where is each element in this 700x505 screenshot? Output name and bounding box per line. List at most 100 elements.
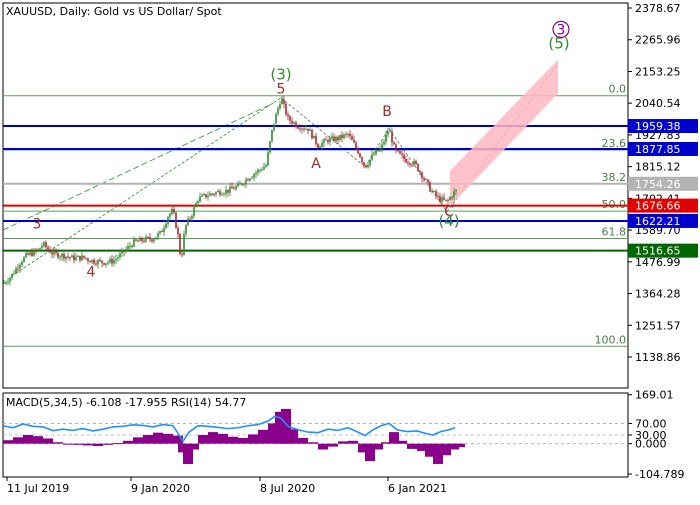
candle-body-10 (23, 257, 25, 262)
wave-label-1: 5 (277, 81, 286, 97)
x-axis: 11 Jul 2019 9 Jan 2020 8 Jul 2020 6 Jan 202… (6, 477, 447, 495)
candle-body-98 (199, 196, 201, 202)
level-tag-label-5: 1516.65 (635, 245, 681, 258)
candle-body-203 (409, 163, 411, 165)
candle-body-93 (189, 218, 191, 220)
candle-body-169 (341, 134, 343, 138)
candle-body-13 (29, 252, 31, 255)
candle-body-40 (83, 255, 85, 258)
macd-bar-4 (43, 438, 53, 444)
macd-bar-9 (93, 443, 103, 447)
candle-body-12 (27, 253, 29, 255)
candle-body-100 (203, 194, 205, 196)
candle-body-50 (103, 263, 105, 265)
level-tag-label-1: 1877.85 (635, 143, 681, 156)
candle-body-33 (69, 257, 71, 259)
candle-body-43 (89, 260, 91, 263)
candle-body-16 (35, 250, 37, 252)
macd-bar-32 (298, 437, 308, 444)
candle-body-95 (193, 207, 195, 216)
candle-body-175 (353, 139, 355, 143)
candle-body-164 (331, 136, 333, 139)
level-tag-label-4: 1622.21 (635, 215, 681, 228)
candle-body-162 (327, 140, 329, 143)
wave-label-5: B (382, 104, 392, 120)
candle-body-73 (149, 237, 151, 240)
candle-body-51 (105, 263, 107, 265)
candle-body-23 (49, 249, 51, 253)
candle-body-27 (57, 252, 59, 258)
candle-body-39 (81, 255, 83, 261)
candle-body-3 (9, 277, 11, 282)
candle-body-153 (309, 129, 311, 131)
candle-body-104 (211, 193, 213, 195)
candle-body-123 (249, 178, 251, 181)
fib-label-5: 100.0 (595, 333, 627, 346)
candle-body-192 (387, 131, 389, 135)
macd-bar-14 (143, 435, 153, 444)
candle-body-157 (317, 143, 319, 148)
candle-body-207 (417, 163, 419, 171)
macd-bar-34 (318, 443, 328, 450)
candle-body-29 (61, 253, 63, 257)
chart-title: XAUUSD, Daily: Gold vs US Dollar/ Spot (6, 5, 222, 18)
candle-body-124 (251, 177, 253, 179)
macd-bar-5 (53, 442, 63, 444)
candle-body-55 (113, 260, 115, 264)
candle-body-213 (429, 182, 431, 192)
candle-body-146 (295, 122, 297, 127)
candle-body-52 (107, 262, 109, 264)
candle-body-210 (423, 178, 425, 180)
candle-body-220 (443, 197, 445, 200)
candle-body-68 (139, 237, 141, 242)
candle-body-86 (175, 212, 177, 229)
y-tick-label-9: 1364.28 (635, 288, 681, 301)
candle-body-196 (395, 144, 397, 151)
candle-body-25 (53, 251, 55, 255)
wave-label-4: A (311, 156, 321, 172)
candle-body-28 (59, 256, 61, 258)
candle-body-80 (163, 227, 165, 233)
candle-body-145 (293, 122, 295, 124)
candle-body-56 (115, 258, 117, 261)
candle-body-127 (257, 169, 259, 173)
candle-body-92 (187, 218, 189, 225)
candle-body-161 (325, 139, 327, 141)
candle-body-180 (363, 162, 365, 166)
candle-body-193 (389, 131, 391, 133)
candle-body-135 (273, 123, 275, 130)
candle-body-112 (227, 189, 229, 193)
candle-body-4 (11, 273, 13, 278)
candle-body-171 (345, 133, 347, 135)
macd-bar-24 (228, 436, 238, 444)
candle-body-87 (177, 228, 179, 235)
candle-body-194 (391, 131, 393, 143)
candle-body-152 (307, 128, 309, 131)
candle-body-143 (289, 116, 291, 121)
candle-body-59 (121, 250, 123, 254)
level-tag-label-2: 1754.26 (635, 178, 681, 191)
chart-svg: 0.023.638.250.061.8100.0 (3)534ABC(4)(5)… (2, 2, 698, 495)
candle-body-106 (215, 192, 217, 195)
candle-body-24 (51, 252, 53, 255)
candle-body-35 (73, 255, 75, 261)
candle-body-151 (305, 128, 307, 130)
fib-label-0: 0.0 (609, 83, 627, 96)
candle-body-53 (109, 258, 111, 263)
macd-bar-27 (258, 429, 268, 444)
level-tag-label-0: 1959.38 (635, 120, 681, 133)
macd-bar-1 (13, 437, 23, 444)
macd-bar-44 (407, 443, 417, 449)
candle-body-182 (367, 164, 369, 168)
candle-body-174 (351, 136, 353, 140)
macd-bar-22 (208, 432, 218, 444)
candle-body-70 (143, 240, 145, 242)
candle-body-101 (205, 194, 207, 198)
candle-body-183 (369, 159, 371, 165)
candle-body-198 (399, 151, 401, 154)
candle-body-37 (77, 255, 79, 257)
macd-bar-0 (3, 440, 13, 444)
chart-root: 0.023.638.250.061.8100.0 (3)534ABC(4)(5)… (0, 0, 700, 500)
candle-body-137 (277, 108, 279, 114)
candle-body-122 (247, 179, 249, 181)
